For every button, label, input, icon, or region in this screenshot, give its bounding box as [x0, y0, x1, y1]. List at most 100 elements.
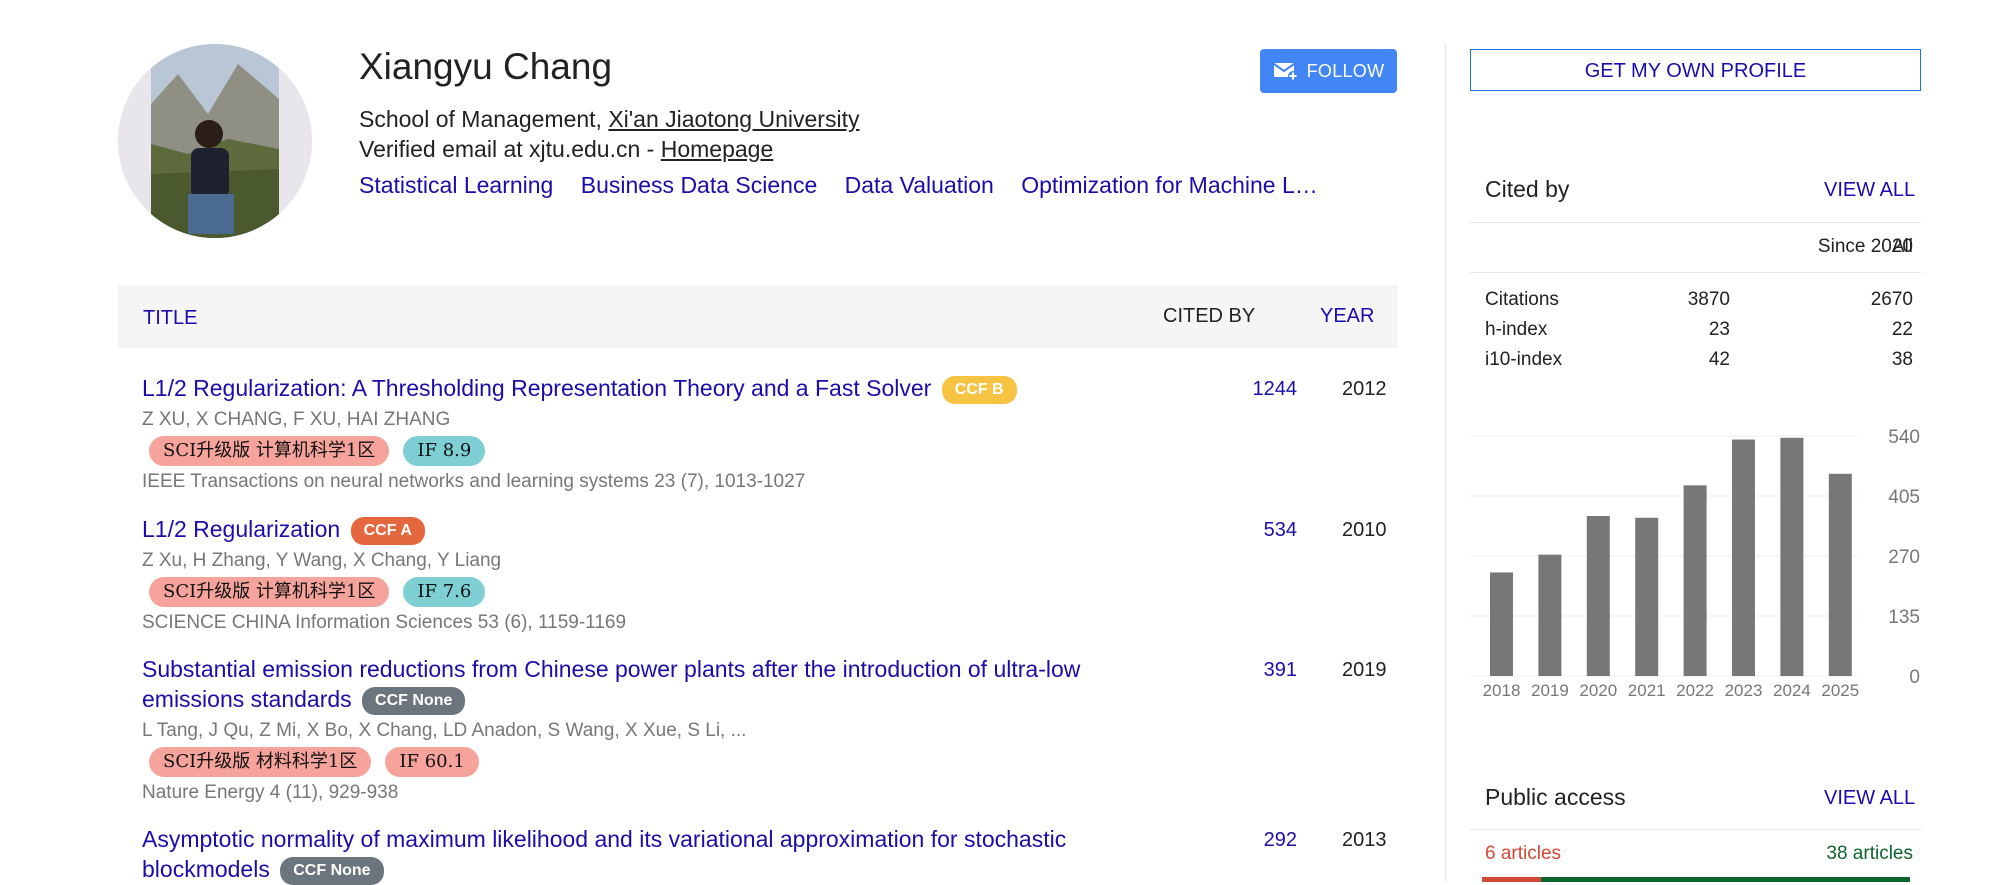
citation-bar-2021[interactable] [1635, 517, 1659, 676]
article-year: 2019 [1342, 659, 1387, 681]
mail-plus-icon [1273, 63, 1298, 81]
get-my-own-profile-button[interactable]: GET MY OWN PROFILE [1470, 49, 1921, 91]
article-title-link[interactable]: L1/2 Regularization: A Thresholding Repr… [142, 375, 931, 401]
x-tick-label: 2021 [1628, 681, 1666, 700]
divider [1470, 829, 1921, 830]
y-tick-label: 405 [1888, 487, 1920, 508]
chart-bars [1490, 437, 1852, 676]
sort-by-year[interactable]: YEAR [1320, 305, 1374, 328]
sci-badge: SCI升级版 材料科学1区 [149, 747, 372, 777]
profile-name: Xiangyu Chang [359, 46, 613, 87]
articles-table-header: TITLE CITED BY YEAR [118, 285, 1398, 348]
verified-email: Verified email at xjtu.edu.cn - Homepage [359, 136, 773, 163]
cited-by-link[interactable]: 534 [1207, 519, 1297, 542]
ccf-badge: CCF None [280, 857, 384, 885]
y-tick-label: 135 [1888, 607, 1920, 628]
x-tick-label: 2018 [1483, 681, 1521, 700]
article-venue: Nature Energy 4 (11), 929-938 [142, 782, 399, 803]
public-access-view-all[interactable]: VIEW ALL [1824, 787, 1915, 810]
impact-factor-badge: IF 7.6 [403, 577, 486, 607]
stat-all: 23 [1708, 319, 1730, 340]
stat-all: 3870 [1687, 289, 1730, 310]
citation-bar-2025[interactable] [1828, 473, 1852, 676]
article-title-link[interactable]: Substantial emission reductions from Chi… [142, 656, 1080, 712]
cited-by-link[interactable]: 1244 [1207, 378, 1298, 401]
impact-factor-badge: IF 60.1 [385, 747, 479, 777]
article-authors: Z Xu, H Zhang, Y Wang, X Chang, Y Liang [142, 550, 502, 571]
citation-bar-2018[interactable] [1490, 572, 1513, 676]
article-year: 2010 [1342, 519, 1387, 541]
x-tick-label: 2023 [1725, 681, 1763, 700]
ccf-badge: CCF A [350, 517, 425, 545]
not-available-bar [1482, 877, 1541, 882]
interest-link[interactable]: Statistical Learning [359, 172, 553, 198]
interest-link[interactable]: Business Data Science [581, 172, 818, 198]
x-tick-label: 2025 [1821, 681, 1859, 700]
y-tick-label: 270 [1888, 547, 1920, 568]
article-venue: IEEE Transactions on neural networks and… [142, 471, 806, 492]
article-authors: Z XU, X CHANG, F XU, HAI ZHANG [142, 409, 451, 430]
table-row: L1/2 Regularization CCF A Z Xu, H Zhang,… [142, 514, 1400, 634]
affiliation: School of Management, Xi'an Jiaotong Uni… [359, 106, 859, 133]
citations-chart: 2018 2019 2020 2021 2022 2023 2024 2025 0 135 270… [1470, 427, 1920, 700]
col-since: Since 2020 [1817, 236, 1913, 257]
divider [1470, 272, 1921, 273]
stat-since: 22 [1891, 319, 1913, 340]
impact-factor-badge: IF 8.9 [403, 436, 486, 466]
public-access-title: Public access [1485, 784, 1626, 810]
follow-label: FOLLOW [1306, 60, 1385, 81]
article-authors: L Tang, J Qu, Z Mi, X Bo, X Chang, LD An… [142, 720, 747, 741]
stat-label: Citations [1485, 289, 1559, 310]
divider [1470, 222, 1921, 223]
cited-by-link[interactable]: 292 [1207, 829, 1297, 852]
stat-since: 2670 [1870, 289, 1913, 310]
sci-badge: SCI升级版 计算机科学1区 [149, 577, 390, 607]
sort-by-title[interactable]: TITLE [143, 307, 197, 330]
follow-button[interactable]: FOLLOW [1260, 49, 1397, 93]
title-line: Asymptotic normality of maximum likeliho… [142, 826, 1067, 852]
stat-label: h-index [1485, 319, 1548, 340]
cited-by-link[interactable]: 391 [1207, 659, 1297, 682]
title-line: Substantial emission reductions from Chi… [142, 656, 1081, 682]
citation-bar-2022[interactable] [1683, 485, 1707, 676]
y-tick-label: 0 [1909, 667, 1920, 688]
citation-bar-2020[interactable] [1586, 516, 1610, 676]
stat-all: 42 [1708, 349, 1730, 370]
sort-by-cited[interactable]: CITED BY [1163, 305, 1255, 328]
table-row: Asymptotic normality of maximum likeliho… [142, 824, 1400, 885]
article-title-link[interactable]: L1/2 Regularization [142, 516, 340, 542]
cited-by-title: Cited by [1485, 176, 1570, 202]
table-row: L1/2 Regularization: A Thresholding Repr… [142, 373, 1400, 493]
title-line: blockmodels [142, 856, 270, 882]
x-tick-label: 2019 [1531, 681, 1569, 700]
sci-badge: SCI升级版 计算机科学1区 [149, 436, 390, 466]
available-bar [1541, 877, 1910, 882]
ccf-badge: CCF None [362, 687, 466, 715]
x-tick-label: 2022 [1676, 681, 1714, 700]
x-tick-label: 2024 [1773, 681, 1811, 700]
available-count[interactable]: 38 articles [1800, 843, 1913, 865]
citation-bar-2019[interactable] [1538, 554, 1562, 676]
research-interests: Statistical Learning Business Data Scien… [359, 172, 1339, 199]
cited-by-view-all[interactable]: VIEW ALL [1824, 179, 1915, 202]
chart-y-axis: 0 135 270 405 540 [1888, 427, 1920, 688]
x-tick-label: 2020 [1579, 681, 1617, 700]
stat-since: 38 [1891, 349, 1913, 370]
not-available-count[interactable]: 6 articles [1485, 843, 1561, 865]
interest-link[interactable]: Data Valuation [845, 172, 994, 198]
y-tick-label: 540 [1888, 427, 1920, 448]
stat-label: i10-index [1485, 349, 1563, 370]
homepage-link[interactable]: Homepage [661, 136, 774, 162]
ccf-badge: CCF B [941, 376, 1017, 404]
table-row: Substantial emission reductions from Chi… [142, 654, 1400, 804]
interest-link[interactable]: Optimization for Machine L… [1021, 172, 1318, 198]
column-divider [1445, 44, 1446, 882]
citation-bar-2024[interactable] [1780, 437, 1804, 676]
affiliation-link[interactable]: Xi'an Jiaotong University [608, 106, 859, 132]
article-year: 2012 [1342, 378, 1387, 400]
chart-x-axis: 2018 2019 2020 2021 2022 2023 2024 2025 [1483, 681, 1860, 700]
affiliation-prefix: School of Management, [359, 106, 609, 132]
citation-bar-2023[interactable] [1732, 439, 1755, 676]
title-line: emissions standards [142, 686, 352, 712]
email-text: Verified email at xjtu.edu.cn - [359, 136, 661, 162]
